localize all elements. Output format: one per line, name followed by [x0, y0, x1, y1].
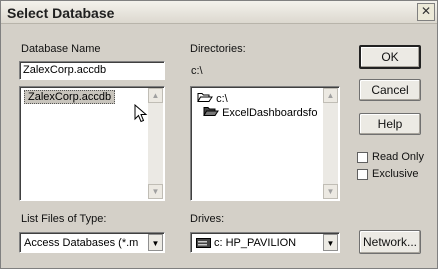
file-type-value: Access Databases (*.m — [24, 237, 139, 249]
dialog-title: Select Database — [7, 5, 115, 21]
directories-label: Directories: — [190, 43, 246, 55]
cancel-button[interactable]: Cancel — [359, 79, 421, 101]
read-only-label: Read Only — [372, 151, 424, 163]
scroll-up-icon[interactable]: ▲ — [323, 88, 338, 103]
list-item[interactable]: ExcelDashboardsfo — [203, 106, 317, 119]
current-directory-path: c:\ — [191, 65, 203, 77]
drives-value: c: HP_PAVILION — [214, 237, 297, 249]
scroll-up-icon[interactable]: ▲ — [148, 88, 163, 103]
exclusive-label: Exclusive — [372, 168, 419, 180]
directory-list-scrollbar[interactable]: ▲ ▼ — [323, 88, 338, 199]
list-item[interactable]: c:\ — [197, 92, 228, 105]
scroll-down-icon[interactable]: ▼ — [148, 184, 163, 199]
database-name-input[interactable]: ZalexCorp.accdb — [19, 61, 165, 80]
select-database-dialog: Select Database ✕ Database Name ZalexCor… — [0, 0, 438, 269]
open-folder-icon — [203, 107, 219, 116]
file-type-label: List Files of Type: — [21, 213, 107, 225]
ok-button[interactable]: OK — [359, 45, 421, 69]
network-button[interactable]: Network... — [359, 230, 421, 254]
help-button[interactable]: Help — [359, 113, 421, 135]
drives-select[interactable]: c: HP_PAVILION ▼ — [190, 232, 340, 253]
read-only-checkbox[interactable] — [357, 152, 368, 163]
drives-label: Drives: — [190, 213, 225, 225]
hard-drive-icon — [196, 238, 211, 248]
database-name-label: Database Name — [21, 43, 101, 55]
scroll-down-icon[interactable]: ▼ — [323, 184, 338, 199]
chevron-down-icon[interactable]: ▼ — [323, 234, 338, 251]
list-item[interactable]: ZalexCorp.accdb — [24, 90, 116, 104]
directory-list[interactable]: c:\ ExcelDashboardsfo ▲ ▼ — [190, 86, 340, 201]
file-type-select[interactable]: Access Databases (*.m ▼ — [19, 232, 165, 253]
title-bar[interactable]: Select Database ✕ — [1, 1, 437, 24]
open-folder-icon — [197, 93, 213, 102]
chevron-down-icon[interactable]: ▼ — [148, 234, 163, 251]
file-list-scrollbar[interactable]: ▲ ▼ — [148, 88, 163, 199]
exclusive-checkbox[interactable] — [357, 169, 368, 180]
mouse-cursor-icon — [134, 104, 148, 123]
close-icon[interactable]: ✕ — [417, 3, 435, 21]
database-file-list[interactable]: ZalexCorp.accdb ▲ ▼ — [19, 86, 165, 201]
